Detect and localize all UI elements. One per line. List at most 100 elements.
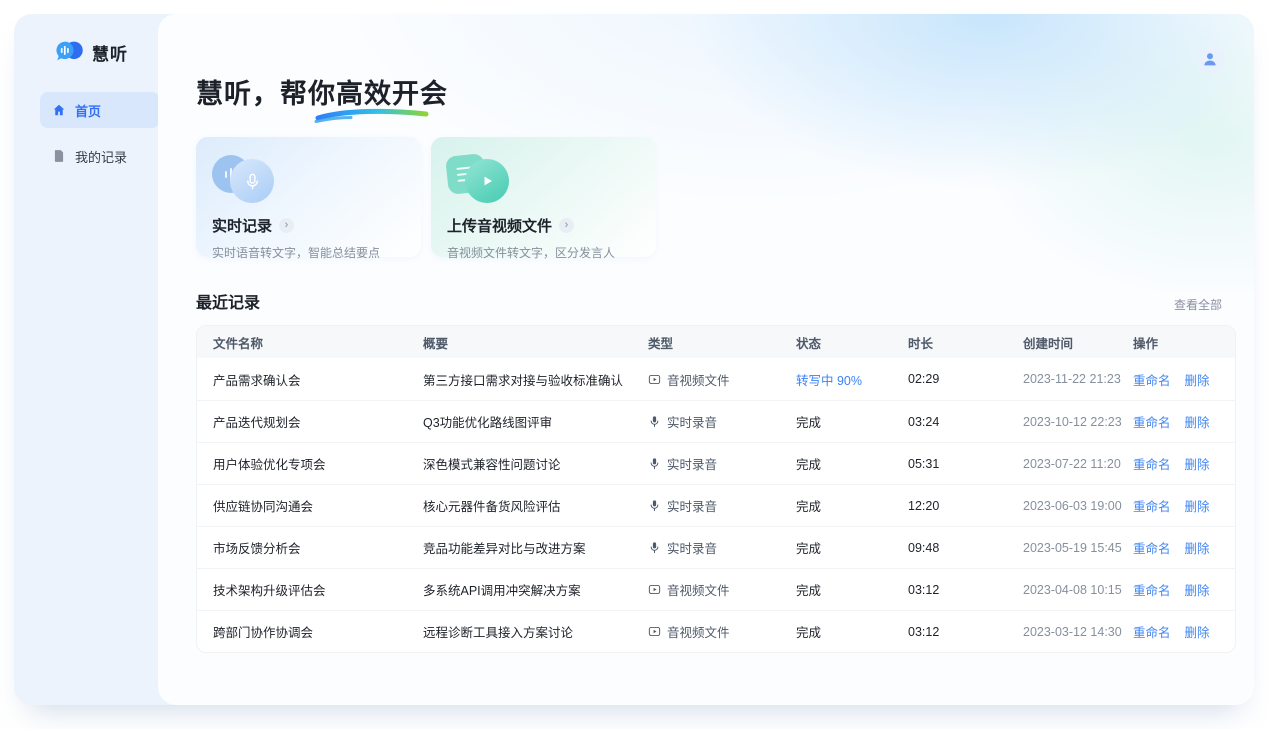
- record-type: 音视频文件: [648, 622, 796, 641]
- play-icon: [465, 159, 509, 203]
- record-duration: 09:48: [908, 541, 1023, 555]
- record-duration: 03:12: [908, 625, 1023, 639]
- record-actions: 重命名删除: [1133, 370, 1219, 389]
- microphone-icon: [648, 457, 661, 470]
- delete-link[interactable]: 删除: [1185, 370, 1210, 389]
- user-avatar[interactable]: [1195, 44, 1225, 74]
- record-duration: 05:31: [908, 457, 1023, 471]
- record-summary: 远程诊断工具接入方案讨论: [423, 622, 648, 641]
- rename-link[interactable]: 重命名: [1133, 622, 1171, 641]
- record-status: 完成: [796, 622, 908, 641]
- table-row: 市场反馈分析会竞品功能差异对比与改进方案实时录音完成09:482023-05-1…: [197, 526, 1235, 568]
- main-content: 慧听，帮你高效开会 实时记录 › 实时语音转文字，智能总结要点 上传音视频文件 › 音视频…: [158, 14, 1254, 653]
- record-type-label: 音视频文件: [667, 622, 730, 641]
- sidebar-item-home[interactable]: 首页: [40, 92, 160, 128]
- record-type-label: 实时录音: [667, 496, 717, 515]
- rename-link[interactable]: 重命名: [1133, 412, 1171, 431]
- table-row: 产品需求确认会第三方接口需求对接与验收标准确认音视频文件转写中 90%02:29…: [197, 358, 1235, 400]
- delete-link[interactable]: 删除: [1185, 496, 1210, 515]
- user-icon: [1201, 50, 1219, 68]
- microphone-icon: [648, 499, 661, 512]
- record-actions: 重命名删除: [1133, 538, 1219, 557]
- record-name: 供应链协同沟通会: [213, 496, 423, 515]
- table-row: 用户体验优化专项会深色模式兼容性问题讨论实时录音完成05:312023-07-2…: [197, 442, 1235, 484]
- table-header-row: 文件名称概要类型状态时长创建时间操作: [197, 326, 1235, 358]
- sidebar-item-label: 首页: [75, 101, 101, 120]
- record-created-time: 2023-03-12 14:30: [1023, 625, 1133, 639]
- rename-link[interactable]: 重命名: [1133, 454, 1171, 473]
- record-type-label: 实时录音: [667, 412, 717, 431]
- sidebar-item-my-records[interactable]: 我的记录: [40, 138, 160, 174]
- chevron-right-icon: ›: [279, 218, 294, 233]
- delete-link[interactable]: 删除: [1185, 538, 1210, 557]
- record-name: 用户体验优化专项会: [213, 454, 423, 473]
- table-row: 产品迭代规划会Q3功能优化路线图评审实时录音完成03:242023-10-12 …: [197, 400, 1235, 442]
- record-type-label: 音视频文件: [667, 370, 730, 389]
- card-icon-cluster: [212, 151, 405, 207]
- delete-link[interactable]: 删除: [1185, 622, 1210, 641]
- record-name: 产品需求确认会: [213, 370, 423, 389]
- record-name: 技术架构升级评估会: [213, 580, 423, 599]
- delete-link[interactable]: 删除: [1185, 454, 1210, 473]
- record-summary: 核心元器件备货风险评估: [423, 496, 648, 515]
- record-duration: 03:12: [908, 583, 1023, 597]
- record-created-time: 2023-10-12 22:23: [1023, 415, 1133, 429]
- record-duration: 03:24: [908, 415, 1023, 429]
- recent-section-header: 最近记录 查看全部: [196, 289, 1222, 313]
- table-body: 产品需求确认会第三方接口需求对接与验收标准确认音视频文件转写中 90%02:29…: [197, 358, 1235, 652]
- record-duration: 12:20: [908, 499, 1023, 513]
- column-header: 操作: [1133, 333, 1219, 352]
- column-header: 时长: [908, 333, 1023, 352]
- record-duration: 02:29: [908, 372, 1023, 386]
- table-row: 供应链协同沟通会核心元器件备货风险评估实时录音完成12:202023-06-03…: [197, 484, 1235, 526]
- record-type-label: 实时录音: [667, 538, 717, 557]
- home-icon: [52, 103, 66, 117]
- rename-link[interactable]: 重命名: [1133, 538, 1171, 557]
- sidebar-nav: 首页我的记录: [14, 92, 172, 174]
- record-type-label: 实时录音: [667, 454, 717, 473]
- card-subtitle: 音视频文件转文字，区分发言人: [447, 244, 640, 261]
- delete-link[interactable]: 删除: [1185, 412, 1210, 431]
- main-panel: 慧听，帮你高效开会 实时记录 › 实时语音转文字，智能总结要点 上传音视频文件 › 音视频…: [158, 14, 1254, 705]
- rename-link[interactable]: 重命名: [1133, 496, 1171, 515]
- page-title-text: 慧听，帮你高效开会: [196, 79, 448, 109]
- record-created-time: 2023-06-03 19:00: [1023, 499, 1133, 513]
- microphone-icon: [230, 159, 274, 203]
- rename-link[interactable]: 重命名: [1133, 370, 1171, 389]
- table-row: 跨部门协作协调会远程诊断工具接入方案讨论音视频文件完成03:122023-03-…: [197, 610, 1235, 652]
- card-title: 上传音视频文件: [447, 215, 552, 236]
- card-title: 实时记录: [212, 215, 272, 236]
- record-summary: 竞品功能差异对比与改进方案: [423, 538, 648, 557]
- chevron-right-icon: ›: [559, 218, 574, 233]
- card-upload-media[interactable]: 上传音视频文件›音视频文件转文字，区分发言人: [431, 137, 656, 257]
- record-type: 实时录音: [648, 454, 796, 473]
- column-header: 创建时间: [1023, 333, 1133, 352]
- record-name: 产品迭代规划会: [213, 412, 423, 431]
- record-status: 完成: [796, 454, 908, 473]
- document-icon: [52, 149, 66, 163]
- view-all-link[interactable]: 查看全部: [1174, 296, 1222, 313]
- speech-bubble-logo-icon: [54, 38, 84, 66]
- column-header: 文件名称: [213, 333, 423, 352]
- delete-link[interactable]: 删除: [1185, 580, 1210, 599]
- records-table: 文件名称概要类型状态时长创建时间操作 产品需求确认会第三方接口需求对接与验收标准…: [196, 325, 1236, 653]
- record-type: 实时录音: [648, 496, 796, 515]
- record-status: 完成: [796, 538, 908, 557]
- card-subtitle: 实时语音转文字，智能总结要点: [212, 244, 405, 261]
- record-summary: 第三方接口需求对接与验收标准确认: [423, 370, 648, 389]
- record-status: 完成: [796, 412, 908, 431]
- rename-link[interactable]: 重命名: [1133, 580, 1171, 599]
- section-title: 最近记录: [196, 289, 260, 313]
- record-type: 实时录音: [648, 538, 796, 557]
- microphone-icon: [648, 415, 661, 428]
- action-cards: 实时记录›实时语音转文字，智能总结要点上传音视频文件›音视频文件转文字，区分发言…: [196, 137, 1222, 257]
- record-actions: 重命名删除: [1133, 580, 1219, 599]
- sidebar-item-label: 我的记录: [75, 147, 127, 166]
- video-file-icon: [648, 625, 661, 638]
- record-created-time: 2023-04-08 10:15: [1023, 583, 1133, 597]
- card-realtime-record[interactable]: 实时记录›实时语音转文字，智能总结要点: [196, 137, 421, 257]
- column-header: 类型: [648, 333, 796, 352]
- microphone-icon: [648, 541, 661, 554]
- record-actions: 重命名删除: [1133, 496, 1219, 515]
- record-type: 音视频文件: [648, 580, 796, 599]
